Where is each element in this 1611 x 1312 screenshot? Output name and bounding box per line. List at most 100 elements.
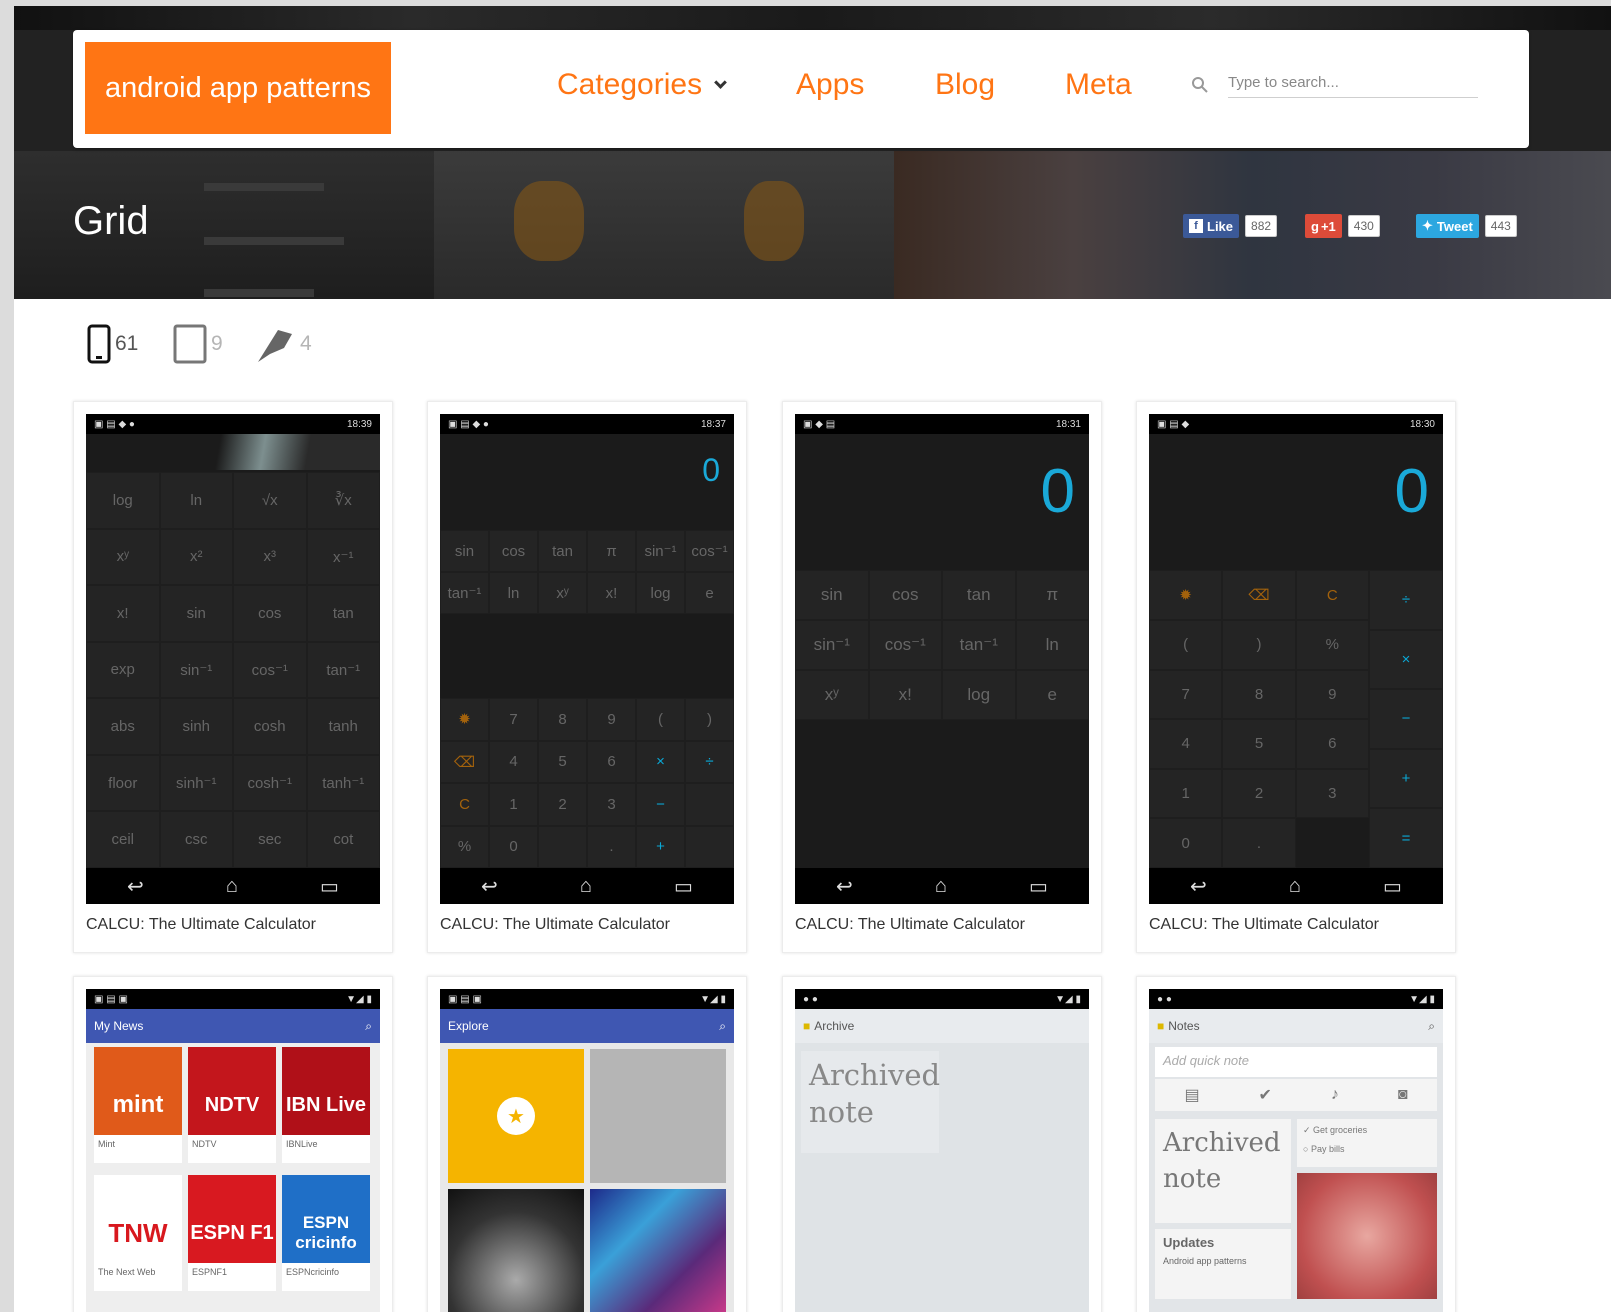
calculator-keypad: log ln √x ∛x xʸ x² x³ x⁻¹ x! sin cos tan exp sin⁻¹ cos… — [86, 472, 380, 868]
nav-apps[interactable]: Apps — [796, 68, 864, 102]
news-tile-label: NDTV — [188, 1135, 276, 1163]
pattern-card[interactable]: ▣ ▤ ◆ ● 18:37 0 sin cos tan π sin⁻¹ cos⁻¹ tan⁻¹… — [427, 401, 747, 953]
calc-key: cos⁻¹ — [685, 530, 734, 572]
backspace-icon: ⌫ — [1222, 570, 1296, 620]
mic-icon: ♪ — [1330, 1086, 1339, 1103]
clear-key: C — [1295, 570, 1369, 620]
calc-key: ÷ — [1369, 570, 1443, 630]
scientific-keys: sin cos tan π sin⁻¹ cos⁻¹ tan⁻¹ ln xʸ x! log e — [440, 530, 734, 614]
back-icon: ↩ — [836, 875, 853, 898]
calc-key: log — [636, 572, 685, 614]
calc-key: ln — [489, 572, 538, 614]
news-tile-label: ESPNcricinfo — [282, 1263, 370, 1291]
home-icon: ⌂ — [934, 874, 947, 897]
filter-pin[interactable]: 4 — [254, 324, 312, 364]
search-icon: ⌕ — [719, 1018, 726, 1033]
calc-key: log — [942, 670, 1016, 720]
news-tile-label: The Next Web — [94, 1263, 182, 1291]
calc-key: log — [86, 472, 160, 529]
site-logo[interactable]: android app patterns — [85, 42, 391, 134]
hero-banner: android app patterns Categories Apps Blo… — [14, 6, 1611, 299]
app-screenshot: ● ● ▼◢ ▮ ■ Notes ⌕ Add quick note ▤ ✔ ♪ ◙ Ar… — [1149, 989, 1443, 1312]
updates-subtitle: Android app patterns — [1163, 1256, 1247, 1266]
archived-note-card: Archived note — [1155, 1119, 1291, 1223]
status-bar: ▣ ▤ ▣ ▼◢ ▮ — [86, 989, 380, 1009]
hero-line — [204, 237, 344, 245]
search-input[interactable] — [1228, 68, 1478, 98]
calc-key: tanh⁻¹ — [306, 754, 380, 812]
camera-icon: ◙ — [1397, 1086, 1408, 1103]
facebook-like-button[interactable]: f Like — [1183, 214, 1240, 238]
calc-display: 0 — [1394, 457, 1429, 526]
pattern-card[interactable]: ● ● ▼◢ ▮ ■ Notes ⌕ Add quick note ▤ ✔ ♪ ◙ Ar… — [1136, 976, 1456, 1312]
filter-phone[interactable]: 61 — [87, 324, 138, 364]
pattern-card[interactable]: ● ● ▼◢ ▮ ■ Archive Archived note — [782, 976, 1102, 1312]
tweet-button[interactable]: ✦ Tweet — [1416, 214, 1479, 238]
back-icon: ↩ — [1190, 875, 1207, 898]
calc-key: 0 — [489, 825, 538, 868]
status-icons: ▣ ▤ ▣ — [448, 993, 482, 1005]
calc-key: % — [1295, 620, 1369, 670]
pattern-card[interactable]: ▣ ▤ ▣ ▼◢ ▮ Explore ⌕ ★ — [427, 976, 747, 1312]
calc-key: 5 — [538, 740, 587, 783]
twitter-tweet[interactable]: ✦ Tweet 443 — [1416, 214, 1517, 238]
calc-key: 6 — [587, 740, 636, 783]
facebook-like[interactable]: f Like 882 — [1183, 214, 1278, 238]
checklist-item: ✓ Get groceries — [1303, 1125, 1368, 1135]
like-label: Like — [1207, 218, 1234, 234]
calc-key: x! — [868, 670, 942, 720]
music-note-icon — [514, 181, 584, 261]
news-tile: NDTV NDTV — [188, 1047, 276, 1163]
list-icon: ▤ — [1184, 1087, 1200, 1104]
calc-key: x⁻¹ — [306, 528, 380, 586]
keep-icon: ■ — [1157, 1019, 1165, 1033]
calc-key: sin — [795, 570, 869, 620]
calc-key: − — [1369, 689, 1443, 749]
card-title: CALCU: The Ultimate Calculator — [86, 916, 317, 933]
calc-key: cosh⁻¹ — [233, 754, 307, 812]
calc-key: ÷ — [685, 740, 734, 783]
app-screenshot: ▣ ◆ ▤ 18:31 0 sin cos tan π sin⁻¹ cos⁻¹ tan⁻¹ ln… — [795, 414, 1089, 904]
pattern-card[interactable]: ▣ ▤ ◆ 18:30 0 ✹ ⌫ C ()% 7 8 9 4 5 6 1 2 3 0. ÷ × − + = … — [1136, 401, 1456, 953]
calc-key: 3 — [1295, 768, 1369, 819]
news-tile: TNW The Next Web — [94, 1175, 182, 1291]
home-icon: ⌂ — [579, 874, 592, 897]
calc-key: cos — [233, 585, 307, 642]
google-plus[interactable]: g +1 430 — [1305, 214, 1380, 238]
calc-key: sinh — [159, 698, 233, 755]
hero-line — [204, 289, 314, 297]
tablet-count: 9 — [211, 332, 223, 355]
calc-key: + — [636, 825, 685, 868]
settings-icon: ✹ — [440, 698, 489, 741]
explore-tile-image — [448, 1189, 584, 1312]
android-nav-bar: ↩ ⌂ ▭ — [86, 868, 380, 904]
pattern-card[interactable]: ▣ ◆ ▤ 18:31 0 sin cos tan π sin⁻¹ cos⁻¹ tan⁻¹ ln… — [782, 401, 1102, 953]
calc-key: csc — [159, 811, 233, 868]
phone-count: 61 — [115, 332, 139, 355]
calc-key: xʸ — [86, 528, 160, 586]
calc-key: + — [1369, 748, 1443, 809]
app-screenshot: ▣ ▤ ▣ ▼◢ ▮ Explore ⌕ ★ — [440, 989, 734, 1312]
search-icon[interactable] — [1191, 76, 1209, 94]
hero-top-strip — [14, 6, 1611, 30]
facebook-icon: f — [1189, 219, 1203, 233]
google-plus-icon: g — [1311, 218, 1319, 234]
microphone-icon — [744, 181, 804, 261]
number-keypad: ✹ 7 8 9() ⌫ 4 5 6 × ÷ C 1 2 3−% 0. + — [440, 698, 734, 868]
news-tile-name: ESPN cricinfo — [295, 1213, 357, 1252]
google-plus-button[interactable]: g +1 — [1305, 214, 1342, 238]
calc-key: 8 — [1222, 669, 1296, 720]
pattern-card[interactable]: ▣ ▤ ◆ ● 18:39 log ln √x ∛x xʸ x² x³ x⁻¹ x! sin cos t… — [73, 401, 393, 953]
like-count: 882 — [1245, 215, 1278, 237]
nav-categories[interactable]: Categories — [557, 68, 727, 102]
nav-blog[interactable]: Blog — [935, 68, 995, 102]
nav-meta[interactable]: Meta — [1065, 68, 1132, 102]
calc-key: 2 — [538, 783, 587, 826]
status-time: 18:37 — [700, 418, 726, 430]
calc-key: tan⁻¹ — [942, 620, 1016, 670]
calc-key: x² — [159, 528, 233, 586]
pattern-card[interactable]: ▣ ▤ ▣ ▼◢ ▮ My News ⌕ mint Mint NDTV NDTV IB… — [73, 976, 393, 1312]
status-icons: ▣ ▤ ◆ ● — [448, 418, 489, 430]
calc-key-blank — [538, 825, 587, 868]
filter-tablet[interactable]: 9 — [173, 324, 223, 364]
